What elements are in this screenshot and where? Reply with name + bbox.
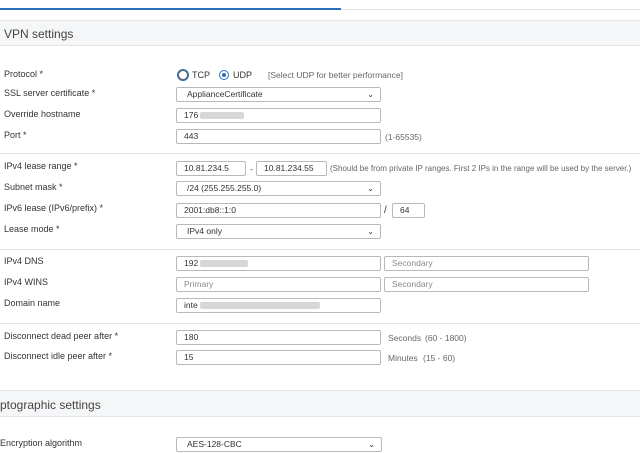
crypto-settings-header: ptographic settings xyxy=(0,390,640,417)
lease-mode-label: Lease mode * xyxy=(4,224,60,234)
dead-peer-value: 180 xyxy=(184,332,199,342)
domain-name-value: inte xyxy=(184,300,198,310)
chevron-down-icon: ⌄ xyxy=(367,227,374,236)
subnet-mask-value: /24 (255.255.255.0) xyxy=(187,183,262,193)
chevron-down-icon: ⌄ xyxy=(367,90,374,99)
ipv4-dns-secondary-input[interactable]: Secondary xyxy=(384,256,589,271)
ipv4-wins-label: IPv4 WINS xyxy=(4,277,49,287)
ipv4-wins-primary-placeholder: Primary xyxy=(184,279,214,289)
override-hostname-label: Override hostname xyxy=(4,109,81,119)
ipv6-lease-input[interactable]: 2001:db8::1:0 xyxy=(176,203,381,218)
subnet-mask-label: Subnet mask * xyxy=(4,182,63,192)
port-label: Port * xyxy=(4,130,27,140)
ipv4-dns-primary-value: 192 xyxy=(184,258,199,268)
ipv4-wins-primary-input[interactable]: Primary xyxy=(176,277,381,292)
divider xyxy=(0,249,640,250)
ipv4-lease-end-value: 10.81.234.55 xyxy=(264,163,314,173)
ssl-cert-label: SSL server certificate * xyxy=(4,88,96,98)
override-hostname-value: 176 xyxy=(184,110,199,120)
redacted-text xyxy=(200,112,245,120)
port-range-hint: (1-65535) xyxy=(385,132,422,142)
crypto-settings-title: ptographic settings xyxy=(0,398,101,412)
encryption-algorithm-value: AES-128-CBC xyxy=(187,439,242,449)
idle-peer-unit: Minutes xyxy=(388,353,418,363)
protocol-udp-label[interactable]: UDP xyxy=(233,70,252,80)
chevron-down-icon: ⌄ xyxy=(368,440,375,449)
ipv6-lease-value: 2001:db8::1:0 xyxy=(184,205,236,215)
domain-name-label: Domain name xyxy=(4,298,61,308)
ipv4-lease-start-value: 10.81.234.5 xyxy=(184,163,229,173)
redacted-text xyxy=(199,302,320,310)
ipv4-lease-end-input[interactable]: 10.81.234.55 xyxy=(256,161,327,176)
encryption-algorithm-label: Encryption algorithm xyxy=(0,438,83,448)
ipv4-wins-secondary-input[interactable]: Secondary xyxy=(384,277,589,292)
port-input[interactable]: 443 xyxy=(176,129,381,144)
tab-bar xyxy=(0,0,640,10)
ipv4-dns-primary-input[interactable]: 192 xyxy=(176,256,381,271)
redacted-text xyxy=(200,260,249,268)
subnet-mask-select[interactable]: /24 (255.255.255.0) ⌄ xyxy=(176,181,381,196)
protocol-label: Protocol * xyxy=(4,69,44,79)
vpn-settings-title: VPN settings xyxy=(4,27,74,41)
protocol-udp-radio[interactable] xyxy=(219,70,229,80)
idle-peer-range: (15 - 60) xyxy=(423,353,456,363)
divider xyxy=(0,153,640,154)
lease-mode-value: IPv4 only xyxy=(187,226,222,236)
ipv4-lease-start-input[interactable]: 10.81.234.5 xyxy=(176,161,246,176)
encryption-algorithm-select[interactable]: AES-128-CBC ⌄ xyxy=(176,437,382,452)
idle-peer-value: 15 xyxy=(184,352,194,362)
vpn-settings-header: VPN settings xyxy=(0,20,640,46)
chevron-down-icon: ⌄ xyxy=(367,184,374,193)
ipv6-prefix-value: 64 xyxy=(400,205,410,215)
override-hostname-input[interactable]: 176 xyxy=(176,108,381,123)
dead-peer-unit: Seconds xyxy=(388,333,422,343)
ssl-cert-select[interactable]: ApplianceCertificate ⌄ xyxy=(176,87,381,102)
ipv4-lease-dash: - xyxy=(250,164,253,174)
ipv6-lease-label: IPv6 lease (IPv6/prefix) * xyxy=(4,203,104,213)
ipv6-prefix-input[interactable]: 64 xyxy=(392,203,425,218)
protocol-tcp-radio[interactable] xyxy=(178,70,188,80)
dead-peer-label: Disconnect dead peer after * xyxy=(4,331,119,341)
domain-name-input[interactable]: inte xyxy=(176,298,381,313)
protocol-hint: [Select UDP for better performance] xyxy=(268,70,403,80)
ipv4-dns-label: IPv4 DNS xyxy=(4,256,44,266)
divider xyxy=(0,323,640,324)
dead-peer-input[interactable]: 180 xyxy=(176,330,381,345)
port-value: 443 xyxy=(184,131,199,141)
ipv4-lease-label: IPv4 lease range * xyxy=(4,161,78,171)
ipv4-lease-hint: (Should be from private IP ranges. First… xyxy=(330,164,632,173)
idle-peer-label: Disconnect idle peer after * xyxy=(4,351,113,361)
ssl-cert-value: ApplianceCertificate xyxy=(187,89,263,99)
dead-peer-range: (60 - 1800) xyxy=(425,333,467,343)
ipv4-dns-secondary-placeholder: Secondary xyxy=(392,258,433,268)
ipv6-prefix-slash: / xyxy=(384,205,387,216)
active-tab-indicator xyxy=(0,8,341,10)
lease-mode-select[interactable]: IPv4 only ⌄ xyxy=(176,224,381,239)
ipv4-wins-secondary-placeholder: Secondary xyxy=(392,279,433,289)
idle-peer-input[interactable]: 15 xyxy=(176,350,381,365)
protocol-tcp-label[interactable]: TCP xyxy=(192,70,210,80)
